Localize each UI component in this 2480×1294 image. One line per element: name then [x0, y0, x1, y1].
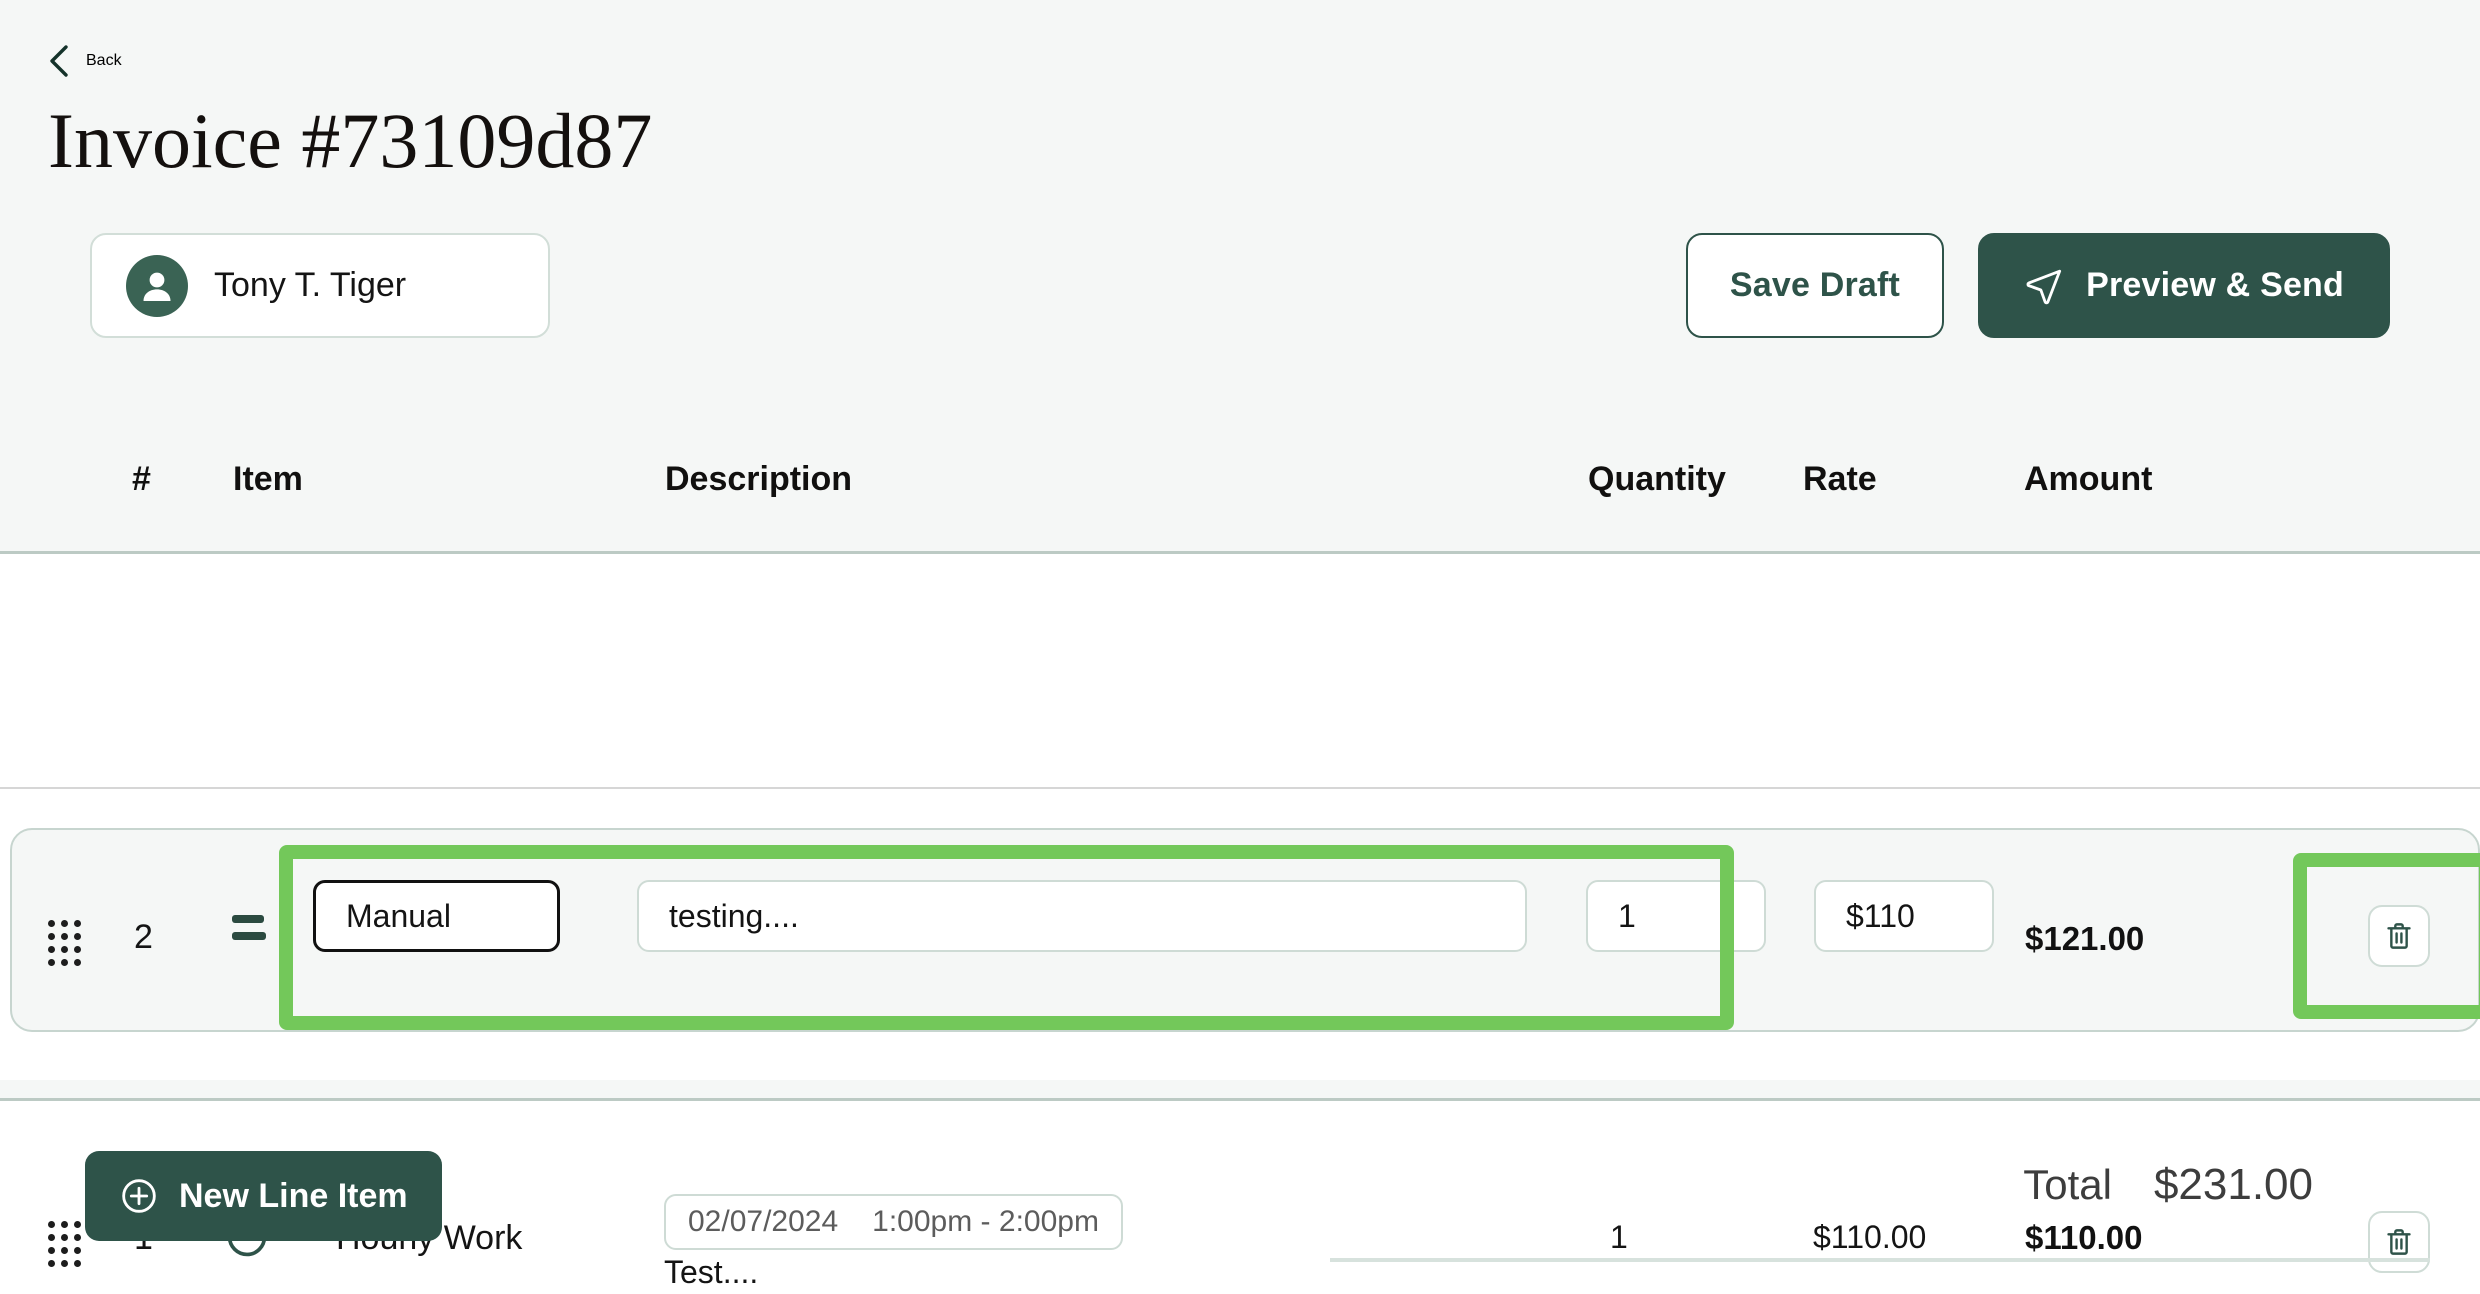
column-header-description: Description: [665, 460, 853, 498]
person-icon: [126, 254, 188, 317]
rate-input[interactable]: $110: [1814, 880, 1994, 952]
trash-icon: [2387, 923, 2411, 949]
delete-line-item-button[interactable]: [2368, 905, 2430, 967]
table-row: 1 Hourly Work 02/07/2024 1:00pm - 2:00pm…: [0, 554, 2480, 1290]
rate-value: $110: [1846, 897, 1915, 934]
row-index: 2: [134, 918, 153, 956]
chevron-left-icon: [50, 45, 68, 77]
client-name: Tony T. Tiger: [214, 266, 407, 304]
line-item-description: Test....: [664, 1254, 759, 1290]
back-label: Back: [86, 52, 122, 69]
preview-send-label: Preview & Send: [2086, 266, 2344, 304]
row-divider: [0, 787, 2480, 789]
column-header-number: #: [132, 460, 151, 498]
trash-icon: [2387, 1229, 2411, 1255]
column-header-quantity: Quantity: [1588, 460, 1726, 498]
save-draft-button[interactable]: Save Draft: [1685, 233, 1945, 338]
item-name-value: Manual: [346, 897, 451, 934]
quantity-value: 1: [1618, 897, 1636, 934]
drag-dots-icon[interactable]: [48, 1221, 81, 1267]
plus-circle-icon: [122, 1179, 156, 1213]
date-time-pill: 02/07/2024 1:00pm - 2:00pm: [664, 1194, 1123, 1250]
line-item-amount: $110.00: [2025, 1219, 2143, 1256]
column-header-item: Item: [233, 460, 303, 498]
column-header-rate: Rate: [1803, 460, 1877, 498]
line-item-rate: $110.00: [1813, 1219, 1927, 1255]
line-item-time-range: 1:00pm - 2:00pm: [872, 1205, 1099, 1238]
header-actions: Save Draft Preview & Send: [1685, 233, 2390, 338]
new-line-item-label: New Line Item: [179, 1176, 408, 1215]
new-line-item-button[interactable]: New Line Item: [85, 1151, 442, 1241]
client-selector[interactable]: Tony T. Tiger: [90, 233, 550, 338]
item-name-input[interactable]: Manual: [313, 880, 560, 952]
column-header-amount: Amount: [2024, 460, 2153, 498]
line-item-quantity: 1: [1610, 1219, 1628, 1255]
footer-divider: [0, 1098, 2480, 1101]
send-icon: [2026, 269, 2062, 304]
total-divider: [1330, 1258, 2430, 1262]
back-link[interactable]: Back: [48, 44, 122, 78]
drag-dots-icon[interactable]: [48, 920, 81, 966]
line-item-amount: $121.00: [2025, 920, 2145, 957]
description-value: testing....: [669, 897, 799, 934]
footer-band: [0, 1080, 2480, 1100]
line-item-date: 02/07/2024: [688, 1205, 839, 1238]
total-value: $231.00: [2153, 1160, 2313, 1209]
quantity-input[interactable]: 1: [1586, 880, 1766, 952]
line-items-table-header: # Item Description Quantity Rate Amount: [0, 460, 2480, 550]
total-label: Total: [2023, 1161, 2112, 1208]
description-input[interactable]: testing....: [637, 880, 1527, 952]
save-draft-label: Save Draft: [1729, 266, 1901, 304]
preview-send-button[interactable]: Preview & Send: [1978, 233, 2390, 338]
page-title: Invoice #73109d87: [48, 97, 653, 184]
invoice-editor-page: Back Invoice #73109d87 Tony T. Tiger Sav…: [0, 0, 2480, 1294]
invoice-total: Total $231.00: [2023, 1160, 2313, 1210]
equals-icon: [232, 915, 266, 949]
delete-line-item-button[interactable]: [2368, 1211, 2430, 1273]
